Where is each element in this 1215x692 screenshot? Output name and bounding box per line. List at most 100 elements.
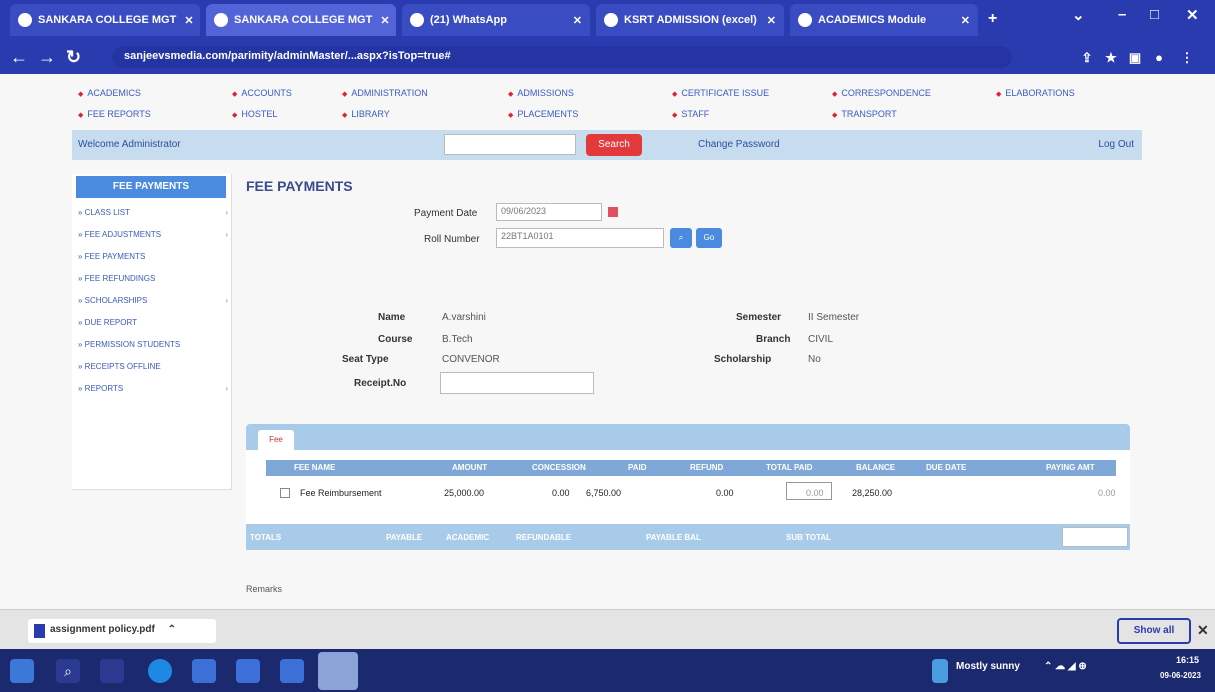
browser-tab-2[interactable]: SANKARA COLLEGE MGT ✕ — [206, 4, 396, 36]
close-tab-icon[interactable]: ✕ — [565, 14, 582, 27]
close-tab-icon[interactable]: ✕ — [953, 14, 970, 27]
close-tab-icon[interactable]: ✕ — [372, 14, 389, 27]
fee-panel-header: Fee — [246, 424, 1130, 450]
browser-tab-1[interactable]: SANKARA COLLEGE MGT ✕ — [10, 4, 200, 36]
sidebar-item-label: FEE ADJUSTMENTS — [84, 230, 162, 239]
column-header: AMOUNT — [452, 463, 488, 472]
sidebar-item-reports[interactable]: » REPORTS › — [78, 384, 228, 393]
welcome-bar: Welcome Administrator Search Change Pass… — [72, 130, 1142, 160]
back-arrow-icon[interactable]: ← — [10, 47, 28, 68]
file-explorer-icon[interactable] — [192, 659, 216, 683]
sidebar-item-receipts-offline[interactable]: » RECEIPTS OFFLINE — [78, 362, 228, 371]
sidebar-item-label: PERMISSION STUDENTS — [84, 340, 181, 349]
sidebar-item-due-report[interactable]: » DUE REPORT — [78, 318, 228, 327]
sidebar-item-class-list[interactable]: » CLASS LIST › — [78, 208, 228, 217]
extensions-icon[interactable]: ▣ — [1126, 49, 1144, 67]
weather-icon[interactable] — [932, 659, 948, 683]
logout-link[interactable]: Log Out — [1098, 139, 1134, 150]
receipt-no-field[interactable] — [440, 372, 594, 394]
scholarship-label: Scholarship — [714, 354, 772, 365]
calendar-icon[interactable] — [608, 207, 618, 217]
sidebar-item-scholarships[interactable]: » SCHOLARSHIPS › — [78, 296, 228, 305]
roll-number-field[interactable]: 22BT1A0101 — [496, 228, 664, 248]
close-downloads-icon[interactable]: ✕ — [1197, 622, 1209, 639]
url-field[interactable]: sanjeevsmedia.com/parimity/adminMaster/.… — [112, 46, 1012, 68]
favicon-icon — [18, 13, 32, 27]
browser-tab-5[interactable]: ACADEMICS Module ✕ — [790, 4, 978, 36]
windows-start-icon[interactable] — [10, 659, 34, 683]
menu-placements[interactable]: PLACEMENTS — [508, 109, 578, 119]
web-page: ACADEMICS ACCOUNTS ADMINISTRATION ADMISS… — [0, 74, 1215, 609]
mail-icon[interactable] — [280, 659, 304, 683]
show-all-button[interactable]: Show all — [1117, 618, 1191, 644]
chrome-browser-icon[interactable] — [318, 652, 358, 690]
download-file-name: assignment policy.pdf — [50, 624, 155, 635]
menu-elaborations[interactable]: ELABORATIONS — [996, 88, 1074, 98]
download-item[interactable]: assignment policy.pdf ⌃ — [28, 619, 216, 643]
sidebar-item-fee-payments[interactable]: » FEE PAYMENTS — [78, 252, 228, 261]
store-icon[interactable] — [236, 659, 260, 683]
go-button[interactable]: Go — [696, 228, 722, 248]
menu-admissions[interactable]: ADMISSIONS — [508, 88, 574, 98]
menu-fee-reports[interactable]: FEE REPORTS — [78, 109, 150, 119]
chevron-right-icon: › — [225, 208, 228, 217]
page-title: FEE PAYMENTS — [246, 178, 353, 194]
amount-cell: 25,000.00 — [444, 488, 485, 498]
sidebar-item-fee-adjustments[interactable]: » FEE ADJUSTMENTS › — [78, 230, 228, 239]
browser-menu-icon[interactable]: ⋮ — [1178, 49, 1196, 67]
favicon-icon — [798, 13, 812, 27]
edge-browser-icon[interactable] — [148, 659, 172, 683]
system-tray-icons[interactable]: ⌃ ☁ ◢ ⊕ — [1044, 661, 1087, 672]
column-header: BALANCE — [856, 463, 896, 472]
menu-administration[interactable]: ADMINISTRATION — [342, 88, 427, 98]
course-label: Course — [378, 334, 413, 345]
close-window-button[interactable]: ✕ — [1186, 6, 1199, 24]
menu-accounts[interactable]: ACCOUNTS — [232, 88, 292, 98]
search-input[interactable] — [444, 134, 576, 155]
minimize-button[interactable]: – — [1118, 6, 1126, 23]
sidebar-item-permission-students[interactable]: » PERMISSION STUDENTS — [78, 340, 228, 349]
sidebar-item-fee-refundings[interactable]: » FEE REFUNDINGS — [78, 274, 228, 283]
favicon-icon — [410, 13, 424, 27]
sidebar-heading[interactable]: FEE PAYMENTS — [76, 176, 226, 198]
tab-label: ACADEMICS Module — [818, 14, 927, 26]
menu-hostel[interactable]: HOSTEL — [232, 109, 277, 119]
new-tab-button[interactable]: + — [988, 10, 997, 28]
payment-date-label: Payment Date — [414, 208, 478, 219]
change-password-link[interactable]: Change Password — [698, 139, 780, 150]
tab-fee[interactable]: Fee — [258, 430, 294, 450]
search-roll-icon[interactable]: ⌕ — [670, 228, 692, 248]
menu-staff[interactable]: STAFF — [672, 109, 709, 119]
search-icon[interactable]: ⌕ — [56, 659, 80, 683]
payment-date-field[interactable]: 09/06/2023 — [496, 203, 602, 221]
file-icon — [34, 624, 45, 638]
menu-transport[interactable]: TRANSPORT — [832, 109, 896, 119]
menu-library[interactable]: LIBRARY — [342, 109, 389, 119]
favicon-icon — [214, 13, 228, 27]
share-icon[interactable]: ⇪ — [1078, 49, 1096, 67]
total-paying-field[interactable] — [1062, 527, 1128, 547]
search-button[interactable]: Search — [586, 134, 642, 156]
sidebar-item-label: SCHOLARSHIPS — [84, 296, 148, 305]
column-header: CONCESSION — [532, 463, 586, 472]
tab-search-icon[interactable]: ⌄ — [1072, 6, 1085, 24]
footer-label: SUB TOTAL — [786, 533, 832, 542]
downloads-bar: assignment policy.pdf ⌃ Show all ✕ — [0, 609, 1215, 649]
task-view-icon[interactable] — [100, 659, 124, 683]
profile-avatar-icon[interactable]: ● — [1150, 49, 1168, 67]
close-tab-icon[interactable]: ✕ — [759, 14, 776, 27]
browser-tab-3[interactable]: (21) WhatsApp ✕ — [402, 4, 590, 36]
menu-correspondence[interactable]: CORRESPONDENCE — [832, 88, 931, 98]
browser-tab-4[interactable]: KSRT ADMISSION (excel) ✕ — [596, 4, 784, 36]
concession-cell: 0.00 — [552, 488, 570, 498]
close-tab-icon[interactable]: ✕ — [176, 14, 193, 27]
row-checkbox[interactable] — [280, 488, 290, 498]
reload-icon[interactable]: ↻ — [66, 47, 81, 68]
forward-arrow-icon[interactable]: → — [38, 47, 56, 68]
bookmark-star-icon[interactable]: ★ — [1102, 49, 1120, 67]
maximize-button[interactable]: □ — [1150, 6, 1159, 23]
chevron-up-icon[interactable]: ⌃ — [168, 624, 176, 635]
roll-number-label: Roll Number — [424, 234, 480, 245]
menu-certificate-issue[interactable]: CERTIFICATE ISSUE — [672, 88, 769, 98]
menu-academics[interactable]: ACADEMICS — [78, 88, 141, 98]
